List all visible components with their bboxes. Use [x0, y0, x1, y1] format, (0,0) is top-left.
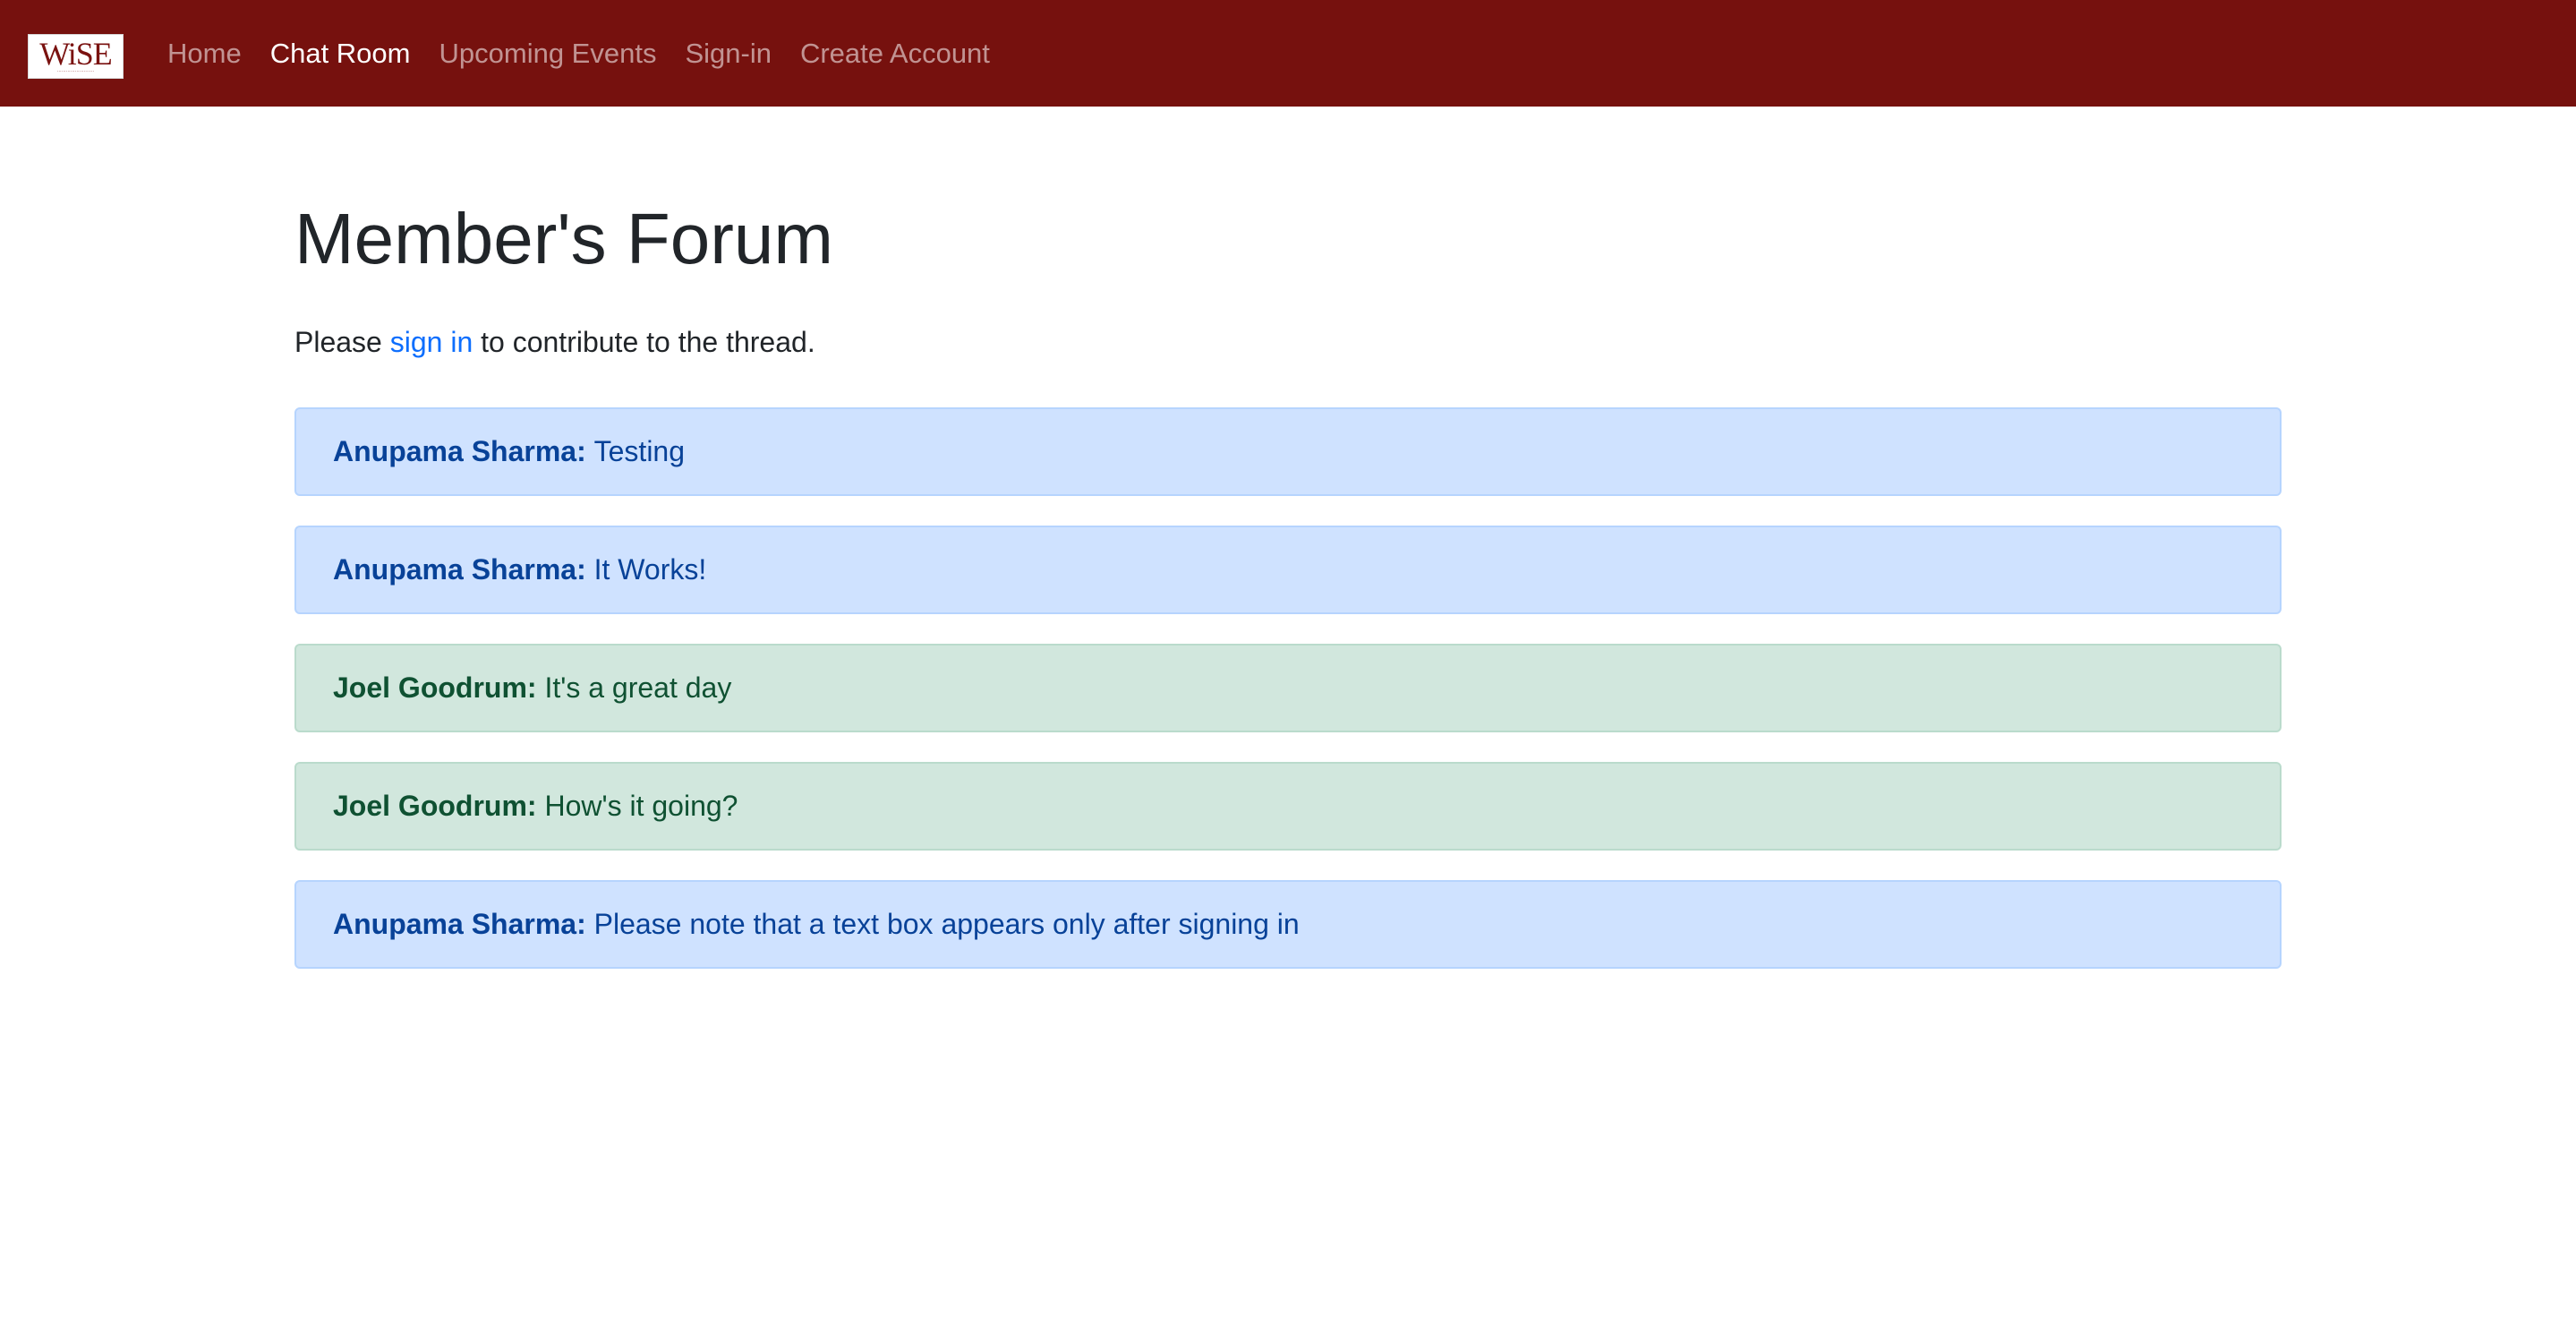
message-author: Joel Goodrum: — [333, 671, 537, 704]
message-text: Please note that a text box appears only… — [593, 908, 1300, 940]
brand-logo[interactable]: WiSE ························· — [28, 34, 124, 79]
logo-text: WiSE — [39, 36, 113, 72]
message-author: Anupama Sharma: — [333, 435, 586, 467]
navbar: WiSE ························· Home Chat… — [0, 0, 2576, 107]
sign-in-link[interactable]: sign in — [390, 326, 473, 358]
nav-item-upcoming-events[interactable]: Upcoming Events — [425, 38, 671, 70]
message-text: It Works! — [593, 553, 707, 586]
nav-item-home[interactable]: Home — [153, 38, 256, 70]
page-title: Member's Forum — [294, 199, 834, 278]
nav-item-create-account[interactable]: Create Account — [786, 38, 1004, 70]
message-item: Anupama Sharma: It Works! — [294, 526, 2282, 614]
sign-in-prompt: Please sign in to contribute to the thre… — [294, 324, 815, 360]
nav-item-sign-in[interactable]: Sign-in — [670, 38, 786, 70]
message-text: How's it going? — [544, 790, 738, 822]
nav-menu: Home Chat Room Upcoming Events Sign-in C… — [153, 0, 1004, 107]
intro-suffix: to contribute to the thread. — [473, 326, 815, 358]
message-item: Anupama Sharma: Please note that a text … — [294, 880, 2282, 969]
logo-subtext: ························· — [56, 69, 95, 74]
message-text: It's a great day — [544, 671, 732, 704]
intro-prefix: Please — [294, 326, 390, 358]
message-text: Testing — [593, 435, 686, 467]
message-author: Anupama Sharma: — [333, 908, 586, 940]
message-author: Anupama Sharma: — [333, 553, 586, 586]
message-item: Joel Goodrum: It's a great day — [294, 644, 2282, 732]
nav-item-chat-room[interactable]: Chat Room — [256, 38, 425, 70]
message-item: Joel Goodrum: How's it going? — [294, 762, 2282, 851]
message-item: Anupama Sharma: Testing — [294, 407, 2282, 496]
message-author: Joel Goodrum: — [333, 790, 537, 822]
